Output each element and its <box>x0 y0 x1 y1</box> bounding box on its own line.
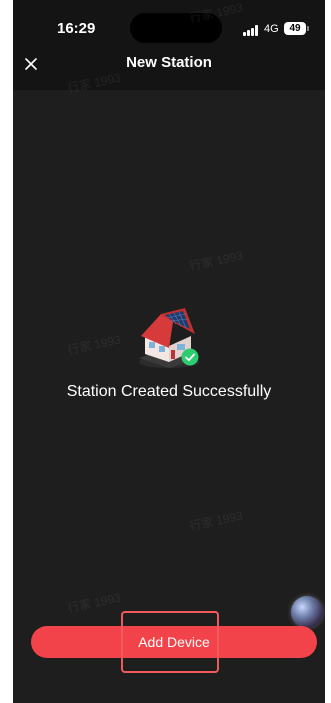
watermark: 行家 1993 <box>188 508 245 534</box>
battery-icon: 49 <box>284 22 306 35</box>
watermark: 行家 1993 <box>66 590 123 616</box>
status-bar: 16:29 4G 49 <box>13 0 325 50</box>
battery-level: 49 <box>289 23 301 34</box>
phone-screen: 16:29 4G 49 New Station 行家 1993 行家 1993 … <box>13 0 325 703</box>
success-message: Station Created Successfully <box>66 383 272 400</box>
signal-icon <box>243 25 259 36</box>
watermark: 行家 1993 <box>66 332 123 358</box>
assistant-bubble-icon[interactable] <box>291 596 323 628</box>
battery-cap <box>307 26 309 31</box>
status-time: 16:29 <box>57 20 96 37</box>
check-icon <box>181 348 199 366</box>
add-device-button[interactable]: Add Device <box>31 626 317 658</box>
network-type: 4G <box>264 23 279 35</box>
nav-bar: New Station <box>13 48 325 80</box>
add-device-label: Add Device <box>138 634 210 650</box>
watermark: 行家 1993 <box>188 248 245 274</box>
page-title: New Station <box>126 54 212 71</box>
house-solar-illustration <box>133 300 205 372</box>
